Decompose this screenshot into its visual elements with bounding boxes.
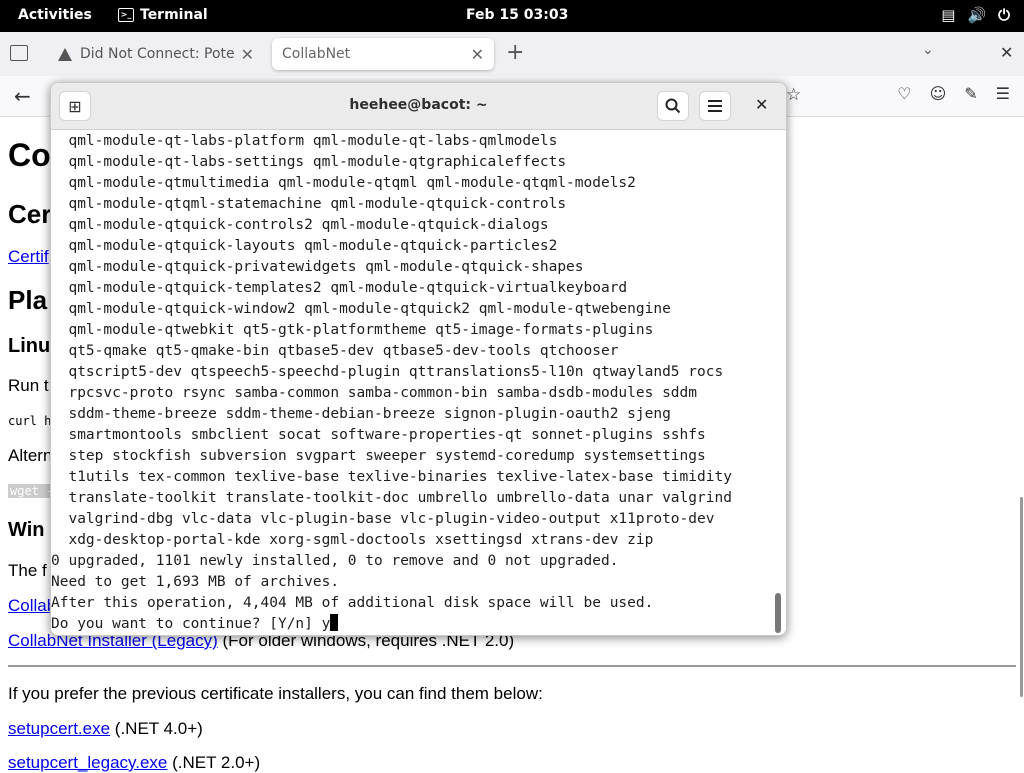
page-title: Co bbox=[8, 137, 51, 173]
heading-platform: Pla bbox=[8, 285, 48, 315]
prefer-text: If you prefer the previous certificate i… bbox=[8, 684, 543, 703]
heading-certificates: Cer bbox=[8, 199, 52, 229]
tab-title: Did Not Connect: Potenti bbox=[80, 46, 235, 62]
close-tab-icon[interactable]: ✕ bbox=[241, 45, 254, 64]
hamburger-menu-icon bbox=[708, 100, 722, 112]
terminal-output[interactable]: qml-module-qt-labs-platform qml-module-q… bbox=[51, 129, 773, 635]
terminal-line: valgrind-dbg vlc-data vlc-plugin-base vl… bbox=[51, 511, 715, 527]
network-icon: ▤ bbox=[941, 6, 956, 24]
tab-did-not-connect[interactable]: Did Not Connect: Potenti ✕ bbox=[48, 38, 264, 70]
volume-icon: 🔊 bbox=[967, 6, 987, 24]
terminal-line: rpcsvc-proto rsync samba-common samba-co… bbox=[51, 385, 698, 401]
top-bar: Activities >_ Terminal Feb 15 03:03 ▤ 🔊 … bbox=[0, 0, 1024, 32]
terminal-line: xdg-desktop-portal-kde xorg-sgml-doctool… bbox=[51, 532, 654, 548]
setupcert-legacy-row: setupcert_legacy.exe (.NET 2.0+) bbox=[8, 753, 260, 773]
terminal-prompt-line[interactable]: Do you want to continue? [Y/n] y bbox=[51, 614, 339, 635]
page-scrollbar[interactable] bbox=[1020, 497, 1023, 697]
terminal-line: qtscript5-dev qtspeech5-speechd-plugin q… bbox=[51, 364, 724, 380]
terminal-line: qml-module-qt-labs-platform qml-module-q… bbox=[51, 133, 558, 149]
tab-collabnet[interactable]: CollabNet ✕ bbox=[272, 38, 494, 70]
terminal-window[interactable]: ⊞ heehee@bacot: ~ ✕ qml-module-qt-labs-p… bbox=[50, 82, 787, 636]
close-tab-icon[interactable]: ✕ bbox=[471, 45, 484, 64]
terminal-search-button[interactable] bbox=[657, 91, 689, 121]
terminal-headerbar[interactable]: ⊞ heehee@bacot: ~ ✕ bbox=[51, 83, 786, 130]
close-window-icon[interactable]: ✕ bbox=[1000, 43, 1013, 62]
terminal-menu-button[interactable] bbox=[699, 91, 731, 121]
terminal-line: 0 upgraded, 1101 newly installed, 0 to r… bbox=[51, 553, 619, 569]
app-menu[interactable]: >_ Terminal bbox=[118, 7, 208, 23]
app-name: Terminal bbox=[140, 7, 208, 23]
terminal-line: qml-module-qtquick-controls2 qml-module-… bbox=[51, 217, 549, 233]
windows-text: The f bbox=[8, 561, 47, 580]
hamburger-menu-icon[interactable]: ☰ bbox=[996, 84, 1010, 103]
power-icon: ⏻ bbox=[998, 6, 1010, 24]
account-icon[interactable]: ☺ bbox=[930, 84, 947, 103]
curl-command: curl h bbox=[8, 414, 52, 428]
terminal-line: t1utils tex-common texlive-base texlive-… bbox=[51, 469, 732, 485]
heading-linux: Linu bbox=[8, 335, 51, 357]
terminal-line: qml-module-qtquick-templates2 qml-module… bbox=[51, 280, 628, 296]
setupcert-legacy-link[interactable]: setupcert_legacy.exe bbox=[8, 753, 167, 772]
chevron-down-icon[interactable]: ⌄ bbox=[922, 42, 934, 58]
terminal-line: After this operation, 4,404 MB of additi… bbox=[51, 595, 654, 611]
activities-button[interactable]: Activities bbox=[18, 7, 92, 23]
collabnet-installer-link[interactable]: Collab bbox=[8, 596, 56, 616]
setupcert-legacy-note: (.NET 2.0+) bbox=[167, 753, 261, 772]
terminal-line: translate-toolkit translate-toolkit-doc … bbox=[51, 490, 732, 506]
terminal-line: qml-module-qtmultimedia qml-module-qtqml… bbox=[51, 175, 636, 191]
search-icon bbox=[665, 98, 681, 114]
terminal-line: step stockfish subversion svgpart sweepe… bbox=[51, 448, 706, 464]
clock[interactable]: Feb 15 03:03 bbox=[466, 7, 568, 23]
setupcert-note: (.NET 4.0+) bbox=[110, 719, 203, 738]
terminal-prompt: Do you want to continue? [Y/n] y bbox=[51, 616, 331, 632]
run-text: Run t bbox=[8, 376, 49, 395]
close-icon[interactable]: ✕ bbox=[755, 95, 768, 114]
text-cursor bbox=[330, 614, 339, 631]
toolbar-icons: ♡ ☺ ✎ ☰ bbox=[897, 84, 1010, 103]
tab-list-icon[interactable] bbox=[10, 45, 28, 61]
setupcert-link[interactable]: setupcert.exe bbox=[8, 719, 110, 738]
terminal-scrollbar[interactable] bbox=[775, 593, 781, 633]
new-tab-button[interactable]: + bbox=[506, 40, 524, 65]
terminal-line: sddm-theme-breeze sddm-theme-debian-bree… bbox=[51, 406, 671, 422]
terminal-line: qml-module-qtqml-statemachine qml-module… bbox=[51, 196, 567, 212]
terminal-line: qt5-qmake qt5-qmake-bin qtbase5-dev qtba… bbox=[51, 343, 619, 359]
bookmark-star-icon[interactable]: ☆ bbox=[786, 85, 801, 105]
setupcert-row: setupcert.exe (.NET 4.0+) bbox=[8, 719, 203, 739]
terminal-line: Need to get 1,693 MB of archives. bbox=[51, 574, 340, 590]
back-arrow-icon[interactable]: ← bbox=[14, 84, 31, 108]
terminal-line: qml-module-qtquick-layouts qml-module-qt… bbox=[51, 238, 558, 254]
terminal-line: qml-module-qtquick-privatewidgets qml-mo… bbox=[51, 259, 584, 275]
terminal-icon: >_ bbox=[118, 8, 134, 22]
divider bbox=[8, 665, 1016, 667]
terminal-line: qml-module-qtwebkit qt5-gtk-platformthem… bbox=[51, 322, 654, 338]
terminal-line: qml-module-qtquick-window2 qml-module-qt… bbox=[51, 301, 671, 317]
heading-windows: Win bbox=[8, 519, 45, 541]
terminal-line: qml-module-qt-labs-settings qml-module-q… bbox=[51, 154, 567, 170]
wget-command: wget - bbox=[8, 484, 56, 498]
alternative-text: Altern bbox=[8, 446, 53, 465]
extensions-icon[interactable]: ✎ bbox=[964, 84, 977, 103]
system-tray[interactable]: ▤ 🔊 ⏻ bbox=[941, 6, 1010, 24]
tab-title: CollabNet bbox=[282, 46, 351, 62]
pocket-icon[interactable]: ♡ bbox=[897, 84, 911, 103]
terminal-line: smartmontools smbclient socat software-p… bbox=[51, 427, 706, 443]
certificate-link[interactable]: Certif bbox=[8, 247, 49, 267]
warning-icon bbox=[58, 47, 72, 61]
